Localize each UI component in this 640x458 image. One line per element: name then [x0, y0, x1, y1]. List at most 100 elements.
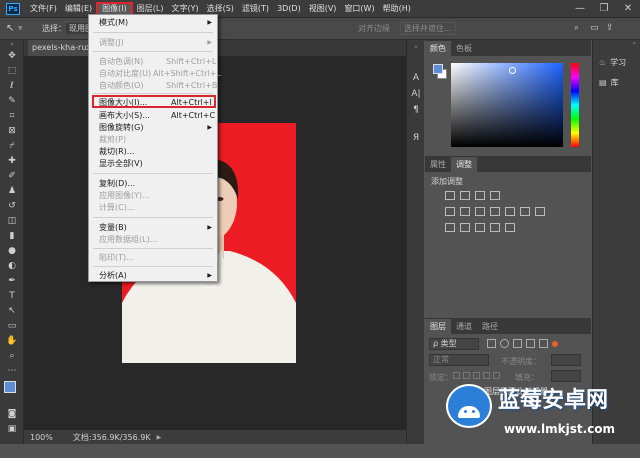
type-filter-icon[interactable]	[513, 339, 522, 348]
menu-item-apply-data-set[interactable]: 应用数据组(L)...	[89, 234, 217, 245]
menu-item-auto-tone[interactable]: 自动色调(N) Shift+Ctrl+L	[89, 56, 217, 67]
pixel-filter-icon[interactable]	[487, 339, 496, 348]
menu-item-adjustments[interactable]: 调整(J) ▶	[89, 37, 217, 48]
tab-paths[interactable]: 路径	[477, 319, 503, 334]
color-picker-field[interactable]	[451, 63, 563, 147]
invert-icon[interactable]	[445, 223, 455, 232]
tab-properties[interactable]: 属性	[425, 157, 451, 172]
menu-item-auto-color[interactable]: 自动颜色(O) Shift+Ctrl+B	[89, 80, 217, 91]
fg-color-chip[interactable]	[433, 64, 443, 74]
type-icon[interactable]: T	[0, 288, 24, 303]
move-tool-icon[interactable]: ↖	[6, 23, 18, 34]
menu-item-analysis[interactable]: 分析(A) ▶	[89, 270, 217, 281]
blend-mode-select[interactable]: 正常	[429, 354, 489, 366]
menu-file[interactable]: 文件(F)	[26, 2, 61, 16]
healing-icon[interactable]: ✚	[0, 153, 24, 168]
workspace-icon[interactable]: ▭	[590, 23, 599, 33]
foreground-color[interactable]	[4, 381, 16, 393]
color-swatches[interactable]	[0, 378, 23, 406]
stamp-icon[interactable]: ♟	[0, 183, 24, 198]
layer-filter-select[interactable]: ρ 类型	[429, 338, 479, 350]
color-picker-handle[interactable]	[509, 67, 516, 74]
restore-icon[interactable]: ❐	[592, 0, 616, 18]
color-lookup-icon[interactable]	[535, 207, 545, 216]
paragraph-icon[interactable]: ¶	[407, 102, 425, 118]
menu-item-apply-image[interactable]: 应用图像(Y)...	[89, 190, 217, 201]
brightness-icon[interactable]	[445, 191, 455, 200]
photo-filter-icon[interactable]	[505, 207, 515, 216]
chevron-down-icon[interactable]: ▼	[18, 25, 28, 32]
gradient-icon[interactable]: ▮	[0, 228, 24, 243]
opacity-input[interactable]	[551, 354, 581, 366]
selective-color-icon[interactable]	[505, 223, 515, 232]
hand-icon[interactable]: ✋	[0, 333, 24, 348]
shape-filter-icon[interactable]	[526, 339, 535, 348]
exposure-icon[interactable]	[490, 191, 500, 200]
menu-item-variables[interactable]: 变量(B) ▶	[89, 222, 217, 233]
blur-icon[interactable]: ●	[0, 243, 24, 258]
menu-window[interactable]: 窗口(W)	[340, 2, 378, 16]
tab-channels[interactable]: 通道	[451, 319, 477, 334]
screen-mode-icon[interactable]: ▣	[0, 421, 24, 436]
threshold-icon[interactable]	[475, 223, 485, 232]
menu-item-image-rotation[interactable]: 图像旋转(G) ▶	[89, 122, 217, 133]
menu-item-duplicate[interactable]: 复制(D)...	[89, 178, 217, 189]
adjust-filter-icon[interactable]	[500, 339, 509, 348]
history-brush-icon[interactable]: ↺	[0, 198, 24, 213]
menu-filter[interactable]: 滤镜(T)	[238, 2, 273, 16]
brush-icon[interactable]: ✐	[0, 168, 24, 183]
status-arrow-icon[interactable]: ▶	[157, 434, 162, 441]
posterize-icon[interactable]	[460, 223, 470, 232]
move-icon[interactable]: ✥	[0, 48, 24, 63]
share-icon[interactable]: ⇪	[606, 23, 614, 33]
close-icon[interactable]: ✕	[616, 0, 640, 18]
hue-slider[interactable]	[571, 63, 579, 147]
marquee-icon[interactable]: ⬚	[0, 63, 24, 78]
collapse-icon[interactable]: »	[0, 40, 24, 48]
menu-3d[interactable]: 3D(D)	[273, 2, 305, 16]
menu-item-reveal-all[interactable]: 显示全部(V)	[89, 158, 217, 169]
path-select-icon[interactable]: ↖	[0, 303, 24, 318]
gradient-map-icon[interactable]	[490, 223, 500, 232]
collapse-icon[interactable]: «	[593, 40, 640, 48]
hue-saturation-icon[interactable]	[460, 207, 470, 216]
menu-view[interactable]: 视图(V)	[305, 2, 341, 16]
menu-item-calculations[interactable]: 计算(C)...	[89, 202, 217, 213]
library-button[interactable]: ▤ 库	[593, 72, 640, 92]
align-edge-option[interactable]: 对齐边缘	[358, 23, 390, 34]
glyph-icon[interactable]: A|	[407, 86, 425, 102]
shape-icon[interactable]: ▭	[0, 318, 24, 333]
curves-icon[interactable]	[475, 191, 485, 200]
character-icon[interactable]: A	[407, 70, 425, 86]
menu-item-canvas-size[interactable]: 画布大小(S)... Alt+Ctrl+C	[89, 110, 217, 121]
doc-size[interactable]: 文档:356.9K/356.9K	[73, 432, 151, 443]
select-mask-button[interactable]: 选择并遮住...	[400, 22, 456, 35]
levels-icon[interactable]	[460, 191, 470, 200]
eraser-icon[interactable]: ◫	[0, 213, 24, 228]
menu-item-mode[interactable]: 模式(M) ▶	[89, 17, 217, 28]
color-balance-icon[interactable]	[475, 207, 485, 216]
vibrance-icon[interactable]	[445, 207, 455, 216]
pen-icon[interactable]: ✒	[0, 273, 24, 288]
menu-item-crop[interactable]: 裁剪(P)	[89, 134, 217, 145]
smart-filter-icon[interactable]	[539, 339, 548, 348]
more-tools-icon[interactable]: ⋯	[0, 363, 24, 378]
tab-color[interactable]: 颜色	[425, 41, 451, 56]
menu-item-trap[interactable]: 陷印(T)...	[89, 252, 217, 263]
tab-adjustments[interactable]: 调整	[451, 157, 477, 172]
frame-icon[interactable]: ⊠	[0, 123, 24, 138]
minimize-icon[interactable]: —	[568, 0, 592, 18]
menu-item-auto-contrast[interactable]: 自动对比度(U) Alt+Shift+Ctrl+L	[89, 68, 221, 79]
collapse-icon[interactable]: «	[407, 40, 425, 51]
learn-button[interactable]: ♨ 学习	[593, 52, 640, 72]
eyedropper-icon[interactable]: ⌿	[0, 138, 24, 153]
black-white-icon[interactable]	[490, 207, 500, 216]
filter-toggle-icon[interactable]	[552, 341, 558, 347]
tab-layers[interactable]: 图层	[425, 319, 451, 334]
menu-help[interactable]: 帮助(H)	[379, 2, 415, 16]
zoom-level[interactable]: 100%	[30, 433, 53, 442]
zoom-icon[interactable]: ⌕	[0, 348, 24, 363]
glyphs-icon[interactable]: Я	[407, 130, 425, 146]
lasso-icon[interactable]: ℓ	[0, 78, 24, 93]
channel-mixer-icon[interactable]	[520, 207, 530, 216]
